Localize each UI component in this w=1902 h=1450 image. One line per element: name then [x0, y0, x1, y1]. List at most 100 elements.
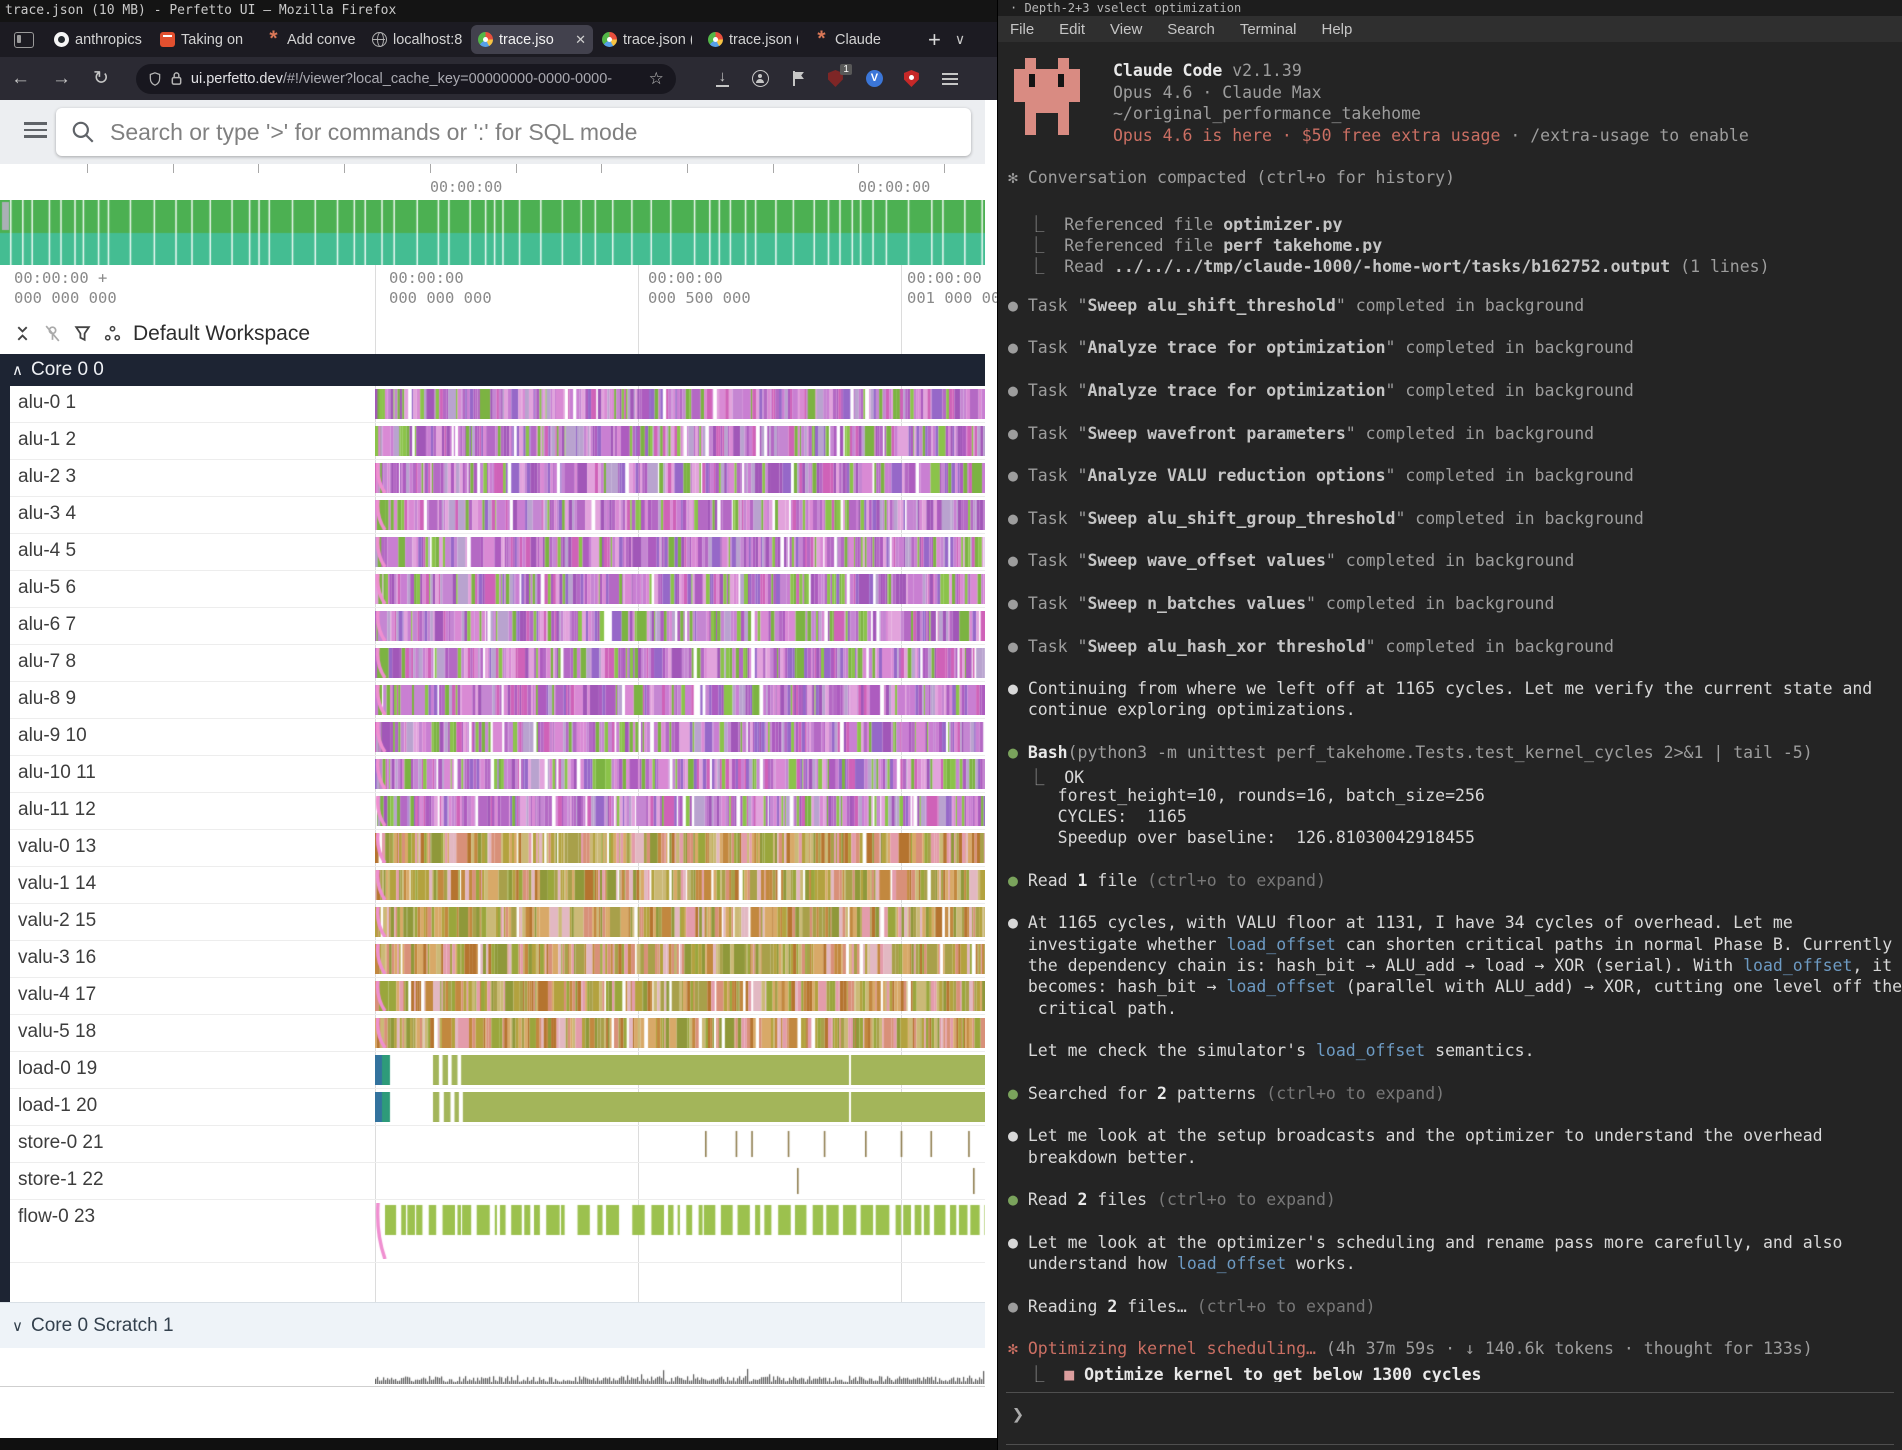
track-row-valu-4[interactable]: valu-4 17 [0, 978, 985, 1015]
track-row-alu-5[interactable]: alu-5 6 [0, 571, 985, 608]
track-timeline-canvas[interactable] [375, 611, 985, 641]
ruler-tick [344, 164, 345, 173]
tab-taking-on[interactable]: Taking on [153, 25, 257, 54]
close-tab-icon[interactable]: ✕ [575, 32, 586, 48]
adblock-icon[interactable] [904, 70, 921, 87]
track-timeline-canvas[interactable] [375, 1203, 985, 1259]
tab-add-conve[interactable]: Add conve [259, 25, 363, 54]
track-row-alu-1[interactable]: alu-1 2 [0, 423, 985, 460]
extensions-icon[interactable] [790, 70, 807, 87]
workspace-label[interactable]: Default Workspace [133, 322, 310, 346]
track-timeline-canvas[interactable] [375, 389, 985, 419]
search-input[interactable]: Search or type '>' for commands or ':' f… [56, 108, 971, 156]
track-row-alu-8[interactable]: alu-8 9 [0, 682, 985, 719]
track-row-alu-11[interactable]: alu-11 12 [0, 793, 985, 830]
terminal-line: ● Task "Sweep alu_hash_xor threshold" co… [1008, 637, 1902, 658]
back-icon[interactable]: ← [11, 68, 30, 90]
shield-icon[interactable] [148, 71, 162, 87]
track-row-valu-3[interactable]: valu-3 16 [0, 941, 985, 978]
list-all-tabs-chevron-icon[interactable]: ∨ [955, 31, 965, 48]
password-manager-icon[interactable]: V [866, 70, 883, 87]
tab-claude[interactable]: Claude [807, 25, 911, 54]
track-timeline-canvas[interactable] [375, 1166, 985, 1196]
new-tab-button[interactable]: + [928, 27, 941, 53]
bookmark-star-icon[interactable]: ☆ [649, 69, 664, 89]
account-icon[interactable] [752, 70, 769, 87]
terminal-line: ● Read 1 file (ctrl+o to expand) [1008, 871, 1902, 892]
track-timeline-canvas[interactable] [375, 907, 985, 937]
tab-trace-json-[interactable]: trace.json ( [595, 25, 699, 54]
track-timeline-canvas[interactable] [375, 944, 985, 974]
track-row-store-1[interactable]: store-1 22 [0, 1163, 985, 1200]
reload-icon[interactable]: ↻ [93, 67, 109, 90]
track-row-alu-3[interactable]: alu-3 4 [0, 497, 985, 534]
timeline-minimap[interactable] [0, 200, 985, 265]
track-row-valu-1[interactable]: valu-1 14 [0, 867, 985, 904]
track-timeline-canvas[interactable] [375, 648, 985, 678]
track-timeline-canvas[interactable] [375, 426, 985, 456]
track-row-flow-0[interactable]: flow-0 23 [0, 1200, 985, 1263]
track-timeline-canvas[interactable] [375, 463, 985, 493]
terminal-line: ● Task "Analyze trace for optimization" … [1008, 381, 1902, 402]
track-timeline-canvas[interactable] [375, 500, 985, 530]
track-row-alu-7[interactable]: alu-7 8 [0, 645, 985, 682]
menu-view[interactable]: View [1110, 21, 1142, 38]
ruler-label: 00:00:00 [430, 178, 502, 196]
track-row-alu-10[interactable]: alu-10 11 [0, 756, 985, 793]
track-row-alu-2[interactable]: alu-2 3 [0, 460, 985, 497]
firefox-view-icon[interactable] [14, 32, 34, 48]
url-text[interactable]: ui.perfetto.dev/#!/viewer?local_cache_ke… [191, 71, 641, 87]
track-row-alu-6[interactable]: alu-6 7 [0, 608, 985, 645]
track-timeline-canvas[interactable] [375, 537, 985, 567]
track-timeline-canvas[interactable] [375, 722, 985, 752]
track-row-valu-0[interactable]: valu-0 13 [0, 830, 985, 867]
track-row-store-0[interactable]: store-0 21 [0, 1126, 985, 1163]
forward-icon[interactable]: → [52, 68, 71, 90]
menu-terminal[interactable]: Terminal [1240, 21, 1297, 38]
ublock-icon[interactable]: 1 [828, 70, 845, 87]
track-group-core0[interactable]: ∧Core 0 0 [0, 354, 985, 386]
track-timeline-canvas[interactable] [375, 574, 985, 604]
track-timeline-canvas[interactable] [375, 1018, 985, 1048]
filter-icon[interactable] [73, 324, 92, 343]
url-bar[interactable]: ui.perfetto.dev/#!/viewer?local_cache_ke… [136, 64, 676, 94]
terminal-line: ✻ Optimizing kernel scheduling… (4h 37m … [1008, 1339, 1902, 1360]
tab-trace-jso[interactable]: trace.jso✕ [471, 25, 593, 54]
track-timeline-canvas[interactable] [375, 833, 985, 863]
menu-search[interactable]: Search [1167, 21, 1215, 38]
track-timeline-canvas[interactable] [375, 870, 985, 900]
tab-anthropics[interactable]: anthropics [47, 25, 151, 54]
prompt-divider-top [1006, 1392, 1894, 1393]
track-row-alu-0[interactable]: alu-0 1 [0, 386, 985, 423]
menu-help[interactable]: Help [1322, 21, 1353, 38]
menu-file[interactable]: File [1010, 21, 1034, 38]
track-group-scratch[interactable]: ∨Core 0 Scratch 1 [0, 1302, 985, 1348]
timeline-ruler[interactable]: 00:00:0000:00:00 [0, 164, 985, 200]
terminal-prompt[interactable]: ❯ [1012, 1402, 1024, 1426]
track-label: alu-9 10 [18, 719, 87, 753]
downloads-icon[interactable]: ↓ [714, 70, 731, 87]
track-row-load-0[interactable]: load-0 19 [0, 1052, 985, 1089]
collapse-tracks-icon[interactable] [13, 324, 32, 343]
tab-localhost-8[interactable]: localhost:8 [365, 25, 469, 54]
tab-trace-json-[interactable]: trace.json ( [701, 25, 805, 54]
track-timeline-canvas[interactable] [375, 981, 985, 1011]
terminal-menubar: File Edit View Search Terminal Help [998, 16, 1902, 42]
track-row-alu-9[interactable]: alu-9 10 [0, 719, 985, 756]
track-row-alu-4[interactable]: alu-4 5 [0, 534, 985, 571]
pin-disabled-icon[interactable] [43, 324, 62, 343]
menu-edit[interactable]: Edit [1059, 21, 1085, 38]
sidebar-hamburger-icon[interactable] [24, 122, 47, 138]
track-timeline-canvas[interactable] [375, 1092, 985, 1122]
track-row-load-1[interactable]: load-1 20 [0, 1089, 985, 1126]
track-timeline-canvas[interactable] [375, 685, 985, 715]
track-timeline-canvas[interactable] [375, 1129, 985, 1159]
track-timeline-canvas[interactable] [375, 1055, 985, 1085]
terminal-line [1008, 530, 1902, 551]
track-timeline-canvas[interactable] [375, 796, 985, 826]
track-row-valu-2[interactable]: valu-2 15 [0, 904, 985, 941]
track-timeline-canvas[interactable] [375, 759, 985, 789]
workspace-icon[interactable] [103, 324, 122, 343]
track-row-valu-5[interactable]: valu-5 18 [0, 1015, 985, 1052]
menu-hamburger-icon[interactable] [942, 70, 959, 87]
